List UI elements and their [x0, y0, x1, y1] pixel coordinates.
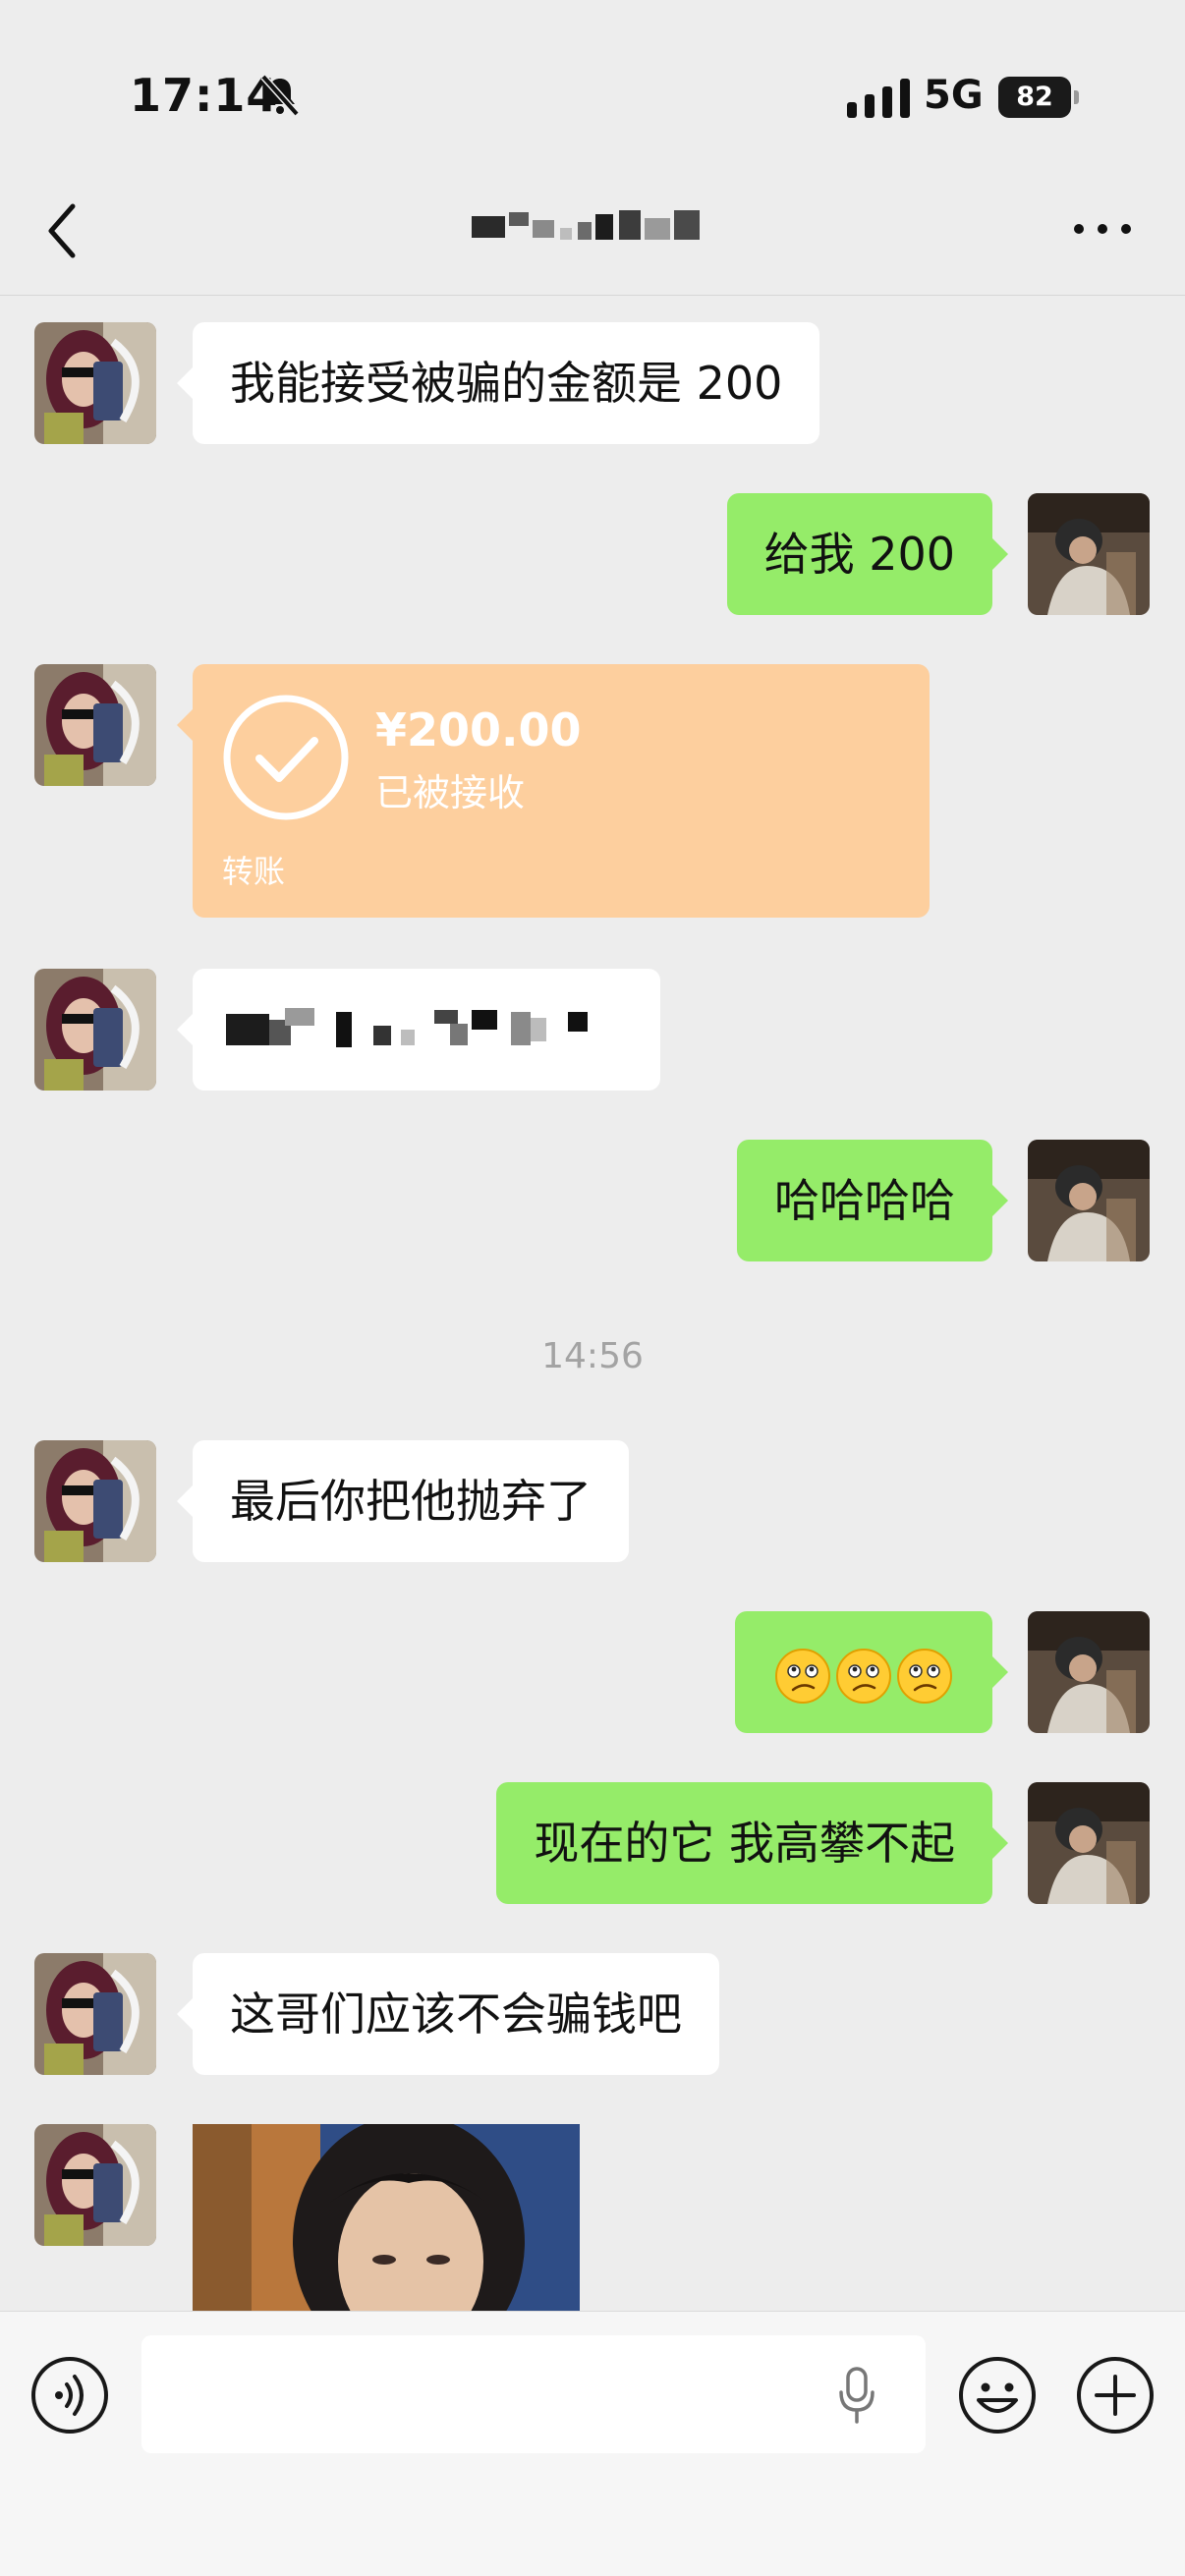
- transfer-label: 转账: [222, 853, 286, 890]
- chat-title-redacted: [472, 210, 700, 240]
- check-circle-icon: [223, 695, 349, 820]
- voice-wave-icon[interactable]: [29, 2355, 110, 2436]
- message-bubble-emoji[interactable]: [735, 1611, 1008, 1733]
- contact-avatar[interactable]: [34, 664, 156, 786]
- message-bubble-redacted[interactable]: [177, 969, 660, 1091]
- my-avatar[interactable]: [1028, 493, 1150, 615]
- contact-avatar[interactable]: [34, 1953, 156, 2075]
- image-message[interactable]: [193, 2124, 580, 2317]
- bell-muted-icon: [260, 74, 300, 117]
- battery-level: 82: [1016, 82, 1053, 112]
- message-bubble-incoming[interactable]: 最后你把他抛弃了: [177, 1440, 629, 1562]
- my-avatar[interactable]: [1028, 1611, 1150, 1733]
- contact-avatar[interactable]: [34, 2124, 156, 2246]
- transfer-status: 已被接收: [375, 771, 526, 814]
- transfer-amount: ¥200.00: [375, 703, 582, 756]
- chevron-left-icon[interactable]: [43, 196, 83, 265]
- microphone-icon[interactable]: [837, 2367, 876, 2424]
- chat-timestamp: 14:56: [541, 1336, 644, 1376]
- header-divider: [0, 295, 1185, 296]
- confused-face-icon: [775, 1648, 830, 1704]
- confused-face-icon: [836, 1648, 891, 1704]
- message-bubble-outgoing[interactable]: 哈哈哈哈: [737, 1140, 1008, 1261]
- battery-icon: 82: [998, 77, 1079, 118]
- my-avatar[interactable]: [1028, 1140, 1150, 1261]
- message-bubble-outgoing[interactable]: 现在的它 我高攀不起: [496, 1782, 1008, 1904]
- contact-avatar[interactable]: [34, 322, 156, 444]
- status-bar: 17:14 5G 82: [0, 0, 1185, 187]
- message-bubble-incoming[interactable]: 我能接受被骗的金额是 200: [176, 322, 820, 444]
- contact-avatar[interactable]: [34, 969, 156, 1091]
- more-dots-icon[interactable]: [1071, 214, 1134, 244]
- message-bubble-outgoing[interactable]: 给我 200: [726, 493, 1009, 615]
- message-bubble-incoming[interactable]: 这哥们应该不会骗钱吧: [177, 1953, 719, 2075]
- redacted-text: [226, 1008, 588, 1047]
- status-time: 17:14: [130, 69, 279, 122]
- cellular-signal-icon: [847, 79, 910, 118]
- transfer-card[interactable]: ¥200.00 已被接收 转账: [177, 664, 930, 918]
- contact-avatar[interactable]: [34, 1440, 156, 1562]
- plus-circle-icon[interactable]: [1075, 2355, 1156, 2436]
- message-input[interactable]: [141, 2335, 926, 2453]
- my-avatar[interactable]: [1028, 1782, 1150, 1904]
- smile-icon[interactable]: [957, 2355, 1038, 2436]
- confused-face-icon: [897, 1648, 952, 1704]
- network-type: 5G: [924, 73, 984, 118]
- input-bar: [0, 2311, 1185, 2576]
